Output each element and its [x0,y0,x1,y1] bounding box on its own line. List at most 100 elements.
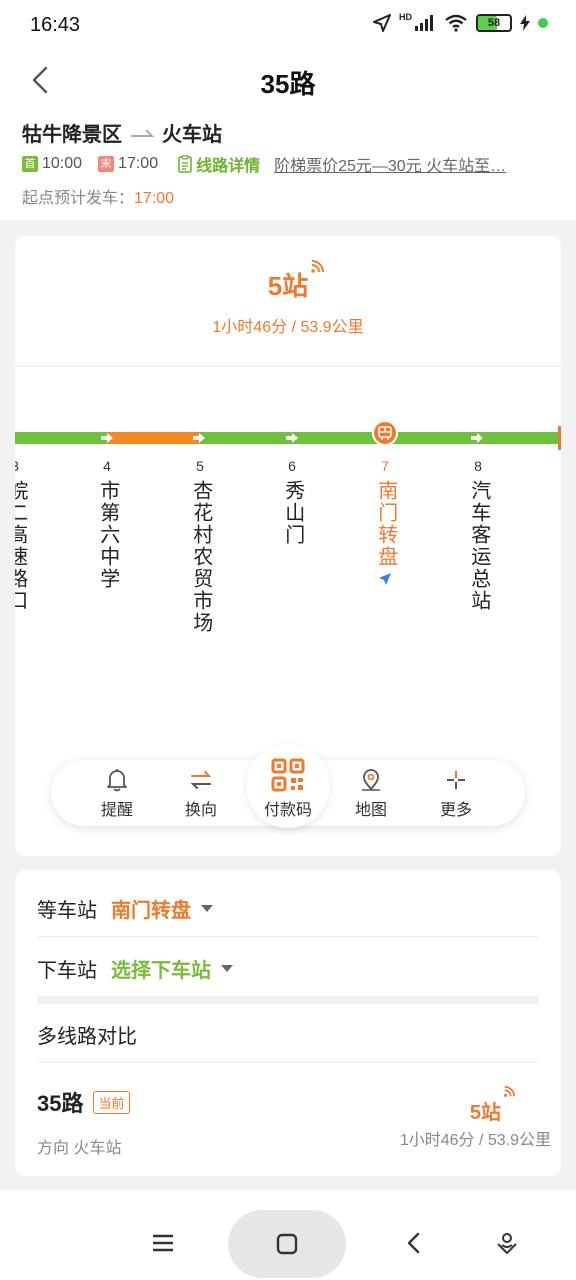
stop-name: 市第六中学 [96,480,119,590]
stops-away: 5站 [267,260,325,303]
qr-code-icon [271,758,305,792]
route-from: 牯牛降景区 [22,124,122,146]
status-time: 16:43 [30,14,81,36]
current-line-badge: 当前 [93,1090,130,1114]
stop-number: 8 [474,458,482,474]
menu-button[interactable] [140,1210,186,1276]
document-icon [178,155,192,173]
bus-icon [378,426,392,440]
route-detail-label: 线路详情 [196,158,261,175]
stop-item-current[interactable]: 7 南门转盘 [370,458,400,591]
charging-icon [520,15,530,31]
remind-button[interactable]: 提醒 [87,768,147,820]
first-bus-tag: 首 [22,156,38,172]
direction-arrow-icon [193,433,205,443]
stop-number: 3 [15,458,30,478]
stop-number: 5 [196,458,204,474]
swap-arrows-icon [190,771,212,789]
stop-name: 秀山门 [281,480,304,546]
home-square-icon [276,1233,298,1255]
stop-name: 杏花村农贸市场 [189,480,212,634]
dropdown-caret-icon [221,965,233,972]
stop-item[interactable]: 6 秀山门 [277,458,307,546]
depart-label: 起点预计发车： [22,190,135,207]
realtime-signal-icon [504,1086,515,1097]
dropdown-caret-icon [201,905,213,912]
route-to: 火车站 [162,124,222,146]
direction-arrow-icon [471,433,483,443]
stop-name: 皖二高速路口 [15,480,27,612]
stop-item[interactable]: 4 市第六中学 [92,458,122,590]
battery-level: 58 [487,17,501,29]
more-button[interactable]: 更多 [426,768,486,820]
stop-item[interactable]: 3 皖二高速路口 [15,458,30,612]
route-meta: 首 10:00 末 17:00 线路详情 阶梯票价25元—30元 火车站至… [22,152,536,176]
stop-number: 7 [381,458,389,474]
location-arrow-icon [373,14,391,32]
last-bus-time: 17:00 [118,155,159,172]
waiting-stop-row[interactable]: 等车站 南门转盘 [37,894,539,923]
divider [15,366,561,367]
header: 35路 [0,52,576,110]
route-info: 牯牛降景区 火车站 首 10:00 末 17:00 线路详情 阶梯票价25元—3… [0,110,576,220]
more-label: 更多 [439,802,472,819]
stops-away-text: 5站 [267,271,309,301]
my-location-icon [379,573,391,585]
alight-stop-row[interactable]: 下车站 选择下车站 [37,954,539,983]
compare-line-direction: 方向 火车站 [37,1140,122,1157]
signal-icon [415,15,433,31]
map-label: 地图 [354,802,387,819]
divider [37,936,539,937]
arrival-summary: 5站 1小时46分 / 53.9公里 [15,260,561,337]
route-track [15,420,561,450]
reverse-label: 换向 [184,802,217,819]
status-icons: HD 58 [373,12,548,32]
realtime-signal-icon [311,260,325,273]
route-detail-link[interactable]: 线路详情 [178,152,260,176]
system-nav-bar [0,1190,576,1280]
stop-item[interactable]: 8 汽车客运总站 [463,458,493,612]
battery-icon: 58 [476,14,512,32]
assistant-button[interactable] [484,1210,530,1276]
green-dot-indicator [538,18,548,28]
map-pin-icon [362,769,380,791]
compare-title: 多线路对比 [37,1026,137,1048]
page-title: 35路 [260,69,316,99]
bell-icon [107,769,127,792]
direction-arrow-icon [286,433,298,443]
line-name-text: 35路 [37,1091,84,1116]
stop-name: 汽车客运总站 [467,480,490,612]
stop-number: 6 [288,458,296,474]
stop-number: 4 [103,458,111,474]
first-bus-time: 10:00 [42,155,83,172]
direction-arrow-icon [101,433,113,443]
section-divider [37,996,539,1004]
stop-item[interactable]: 5 杏花村农贸市场 [185,458,215,634]
reverse-direction-button[interactable]: 换向 [171,768,231,820]
depart-info: 起点预计发车：17:00 [22,184,174,208]
status-bar: 16:43 HD 58 [0,0,576,52]
time-distance: 1小时46分 / 53.9公里 [212,319,364,336]
wifi-icon [445,14,467,32]
map-button[interactable]: 地图 [341,768,401,820]
divider [37,1062,539,1063]
waiting-stop-label: 等车站 [37,900,97,922]
depart-time: 17:00 [134,190,175,207]
pay-code-button[interactable]: 付款码 [246,744,330,828]
chevron-left-icon [407,1232,420,1254]
line-map-card: 5站 1小时46分 / 53.9公里 3 皖二高速路口 4 市第六中学 5 杏花… [15,236,561,856]
compare-line-stops: 5站 [470,1086,515,1125]
remind-label: 提醒 [100,802,133,819]
waiting-stop-value: 南门转盘 [111,900,191,922]
route-arrow-icon [131,128,154,137]
compare-line-time-distance: 1小时46分 / 53.9公里 [399,1132,551,1149]
home-button[interactable] [228,1210,346,1278]
alight-stop-value: 选择下车站 [111,960,211,982]
track-congested-segment [107,432,199,444]
compare-line-name: 35路 当前 [37,1086,130,1118]
alight-stop-label: 下车站 [37,960,97,982]
fare-info-link[interactable]: 阶梯票价25元—30元 火车站至… [274,152,536,176]
back-nav-button[interactable] [390,1210,436,1276]
assistant-icon [497,1233,517,1254]
plus-icon [447,771,465,789]
